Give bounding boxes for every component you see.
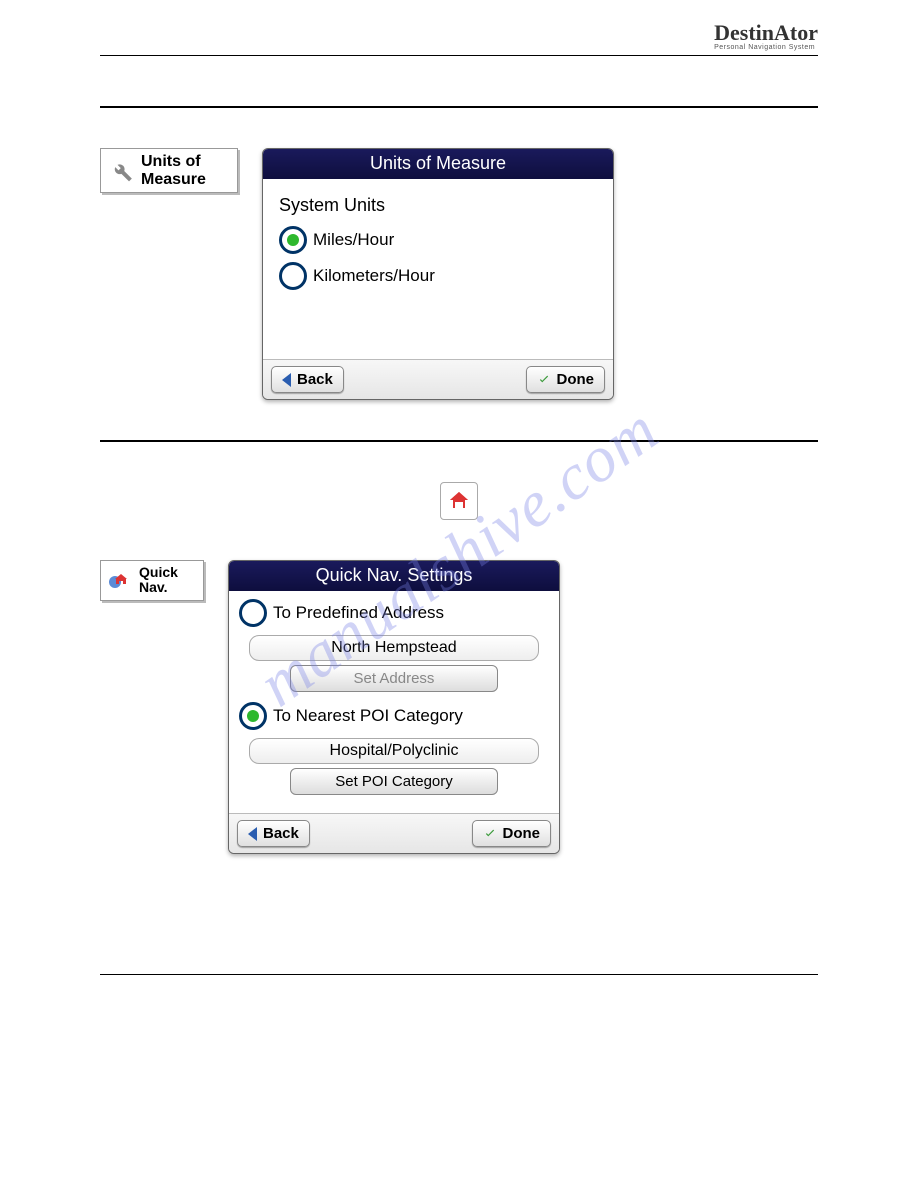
units-of-measure-tile[interactable]: Units of Measure (100, 148, 238, 193)
tile-label-l1: Quick (139, 564, 178, 580)
radio-button (239, 599, 267, 627)
done-label: Done (557, 371, 595, 388)
brand-tagline: Personal Navigation System (714, 44, 818, 51)
check-icon (483, 827, 497, 841)
done-button[interactable]: Done (472, 820, 552, 847)
arrow-left-icon (282, 373, 291, 387)
screen-title: Units of Measure (263, 149, 613, 179)
page-header: DestinAtor Personal Navigation System (100, 20, 818, 56)
radio-label: To Nearest POI Category (273, 706, 463, 726)
globe-home-icon (105, 566, 133, 594)
back-button[interactable]: Back (271, 366, 344, 393)
radio-km[interactable]: Kilometers/Hour (279, 262, 597, 290)
tile-label-l2: Measure (141, 171, 206, 188)
section-divider (100, 440, 818, 442)
back-button[interactable]: Back (237, 820, 310, 847)
radio-nearest-poi[interactable]: To Nearest POI Category (239, 702, 549, 730)
check-icon (537, 373, 551, 387)
radio-button (279, 262, 307, 290)
home-icon[interactable] (440, 482, 478, 520)
back-label: Back (297, 371, 333, 388)
brand-logo: DestinAtor (714, 20, 818, 46)
set-poi-button[interactable]: Set POI Category (290, 768, 498, 795)
radio-button-selected (239, 702, 267, 730)
radio-label: Miles/Hour (313, 230, 394, 250)
radio-label: To Predefined Address (273, 603, 444, 623)
quick-nav-tile[interactable]: Quick Nav. (100, 560, 204, 601)
done-label: Done (503, 825, 541, 842)
wrench-icon (107, 157, 135, 185)
poi-field[interactable]: Hospital/Polyclinic (249, 738, 539, 764)
address-field[interactable]: North Hempstead (249, 635, 539, 661)
screen-title: Quick Nav. Settings (229, 561, 559, 591)
arrow-left-icon (248, 827, 257, 841)
radio-predefined-address[interactable]: To Predefined Address (239, 599, 549, 627)
radio-button-selected (279, 226, 307, 254)
done-button[interactable]: Done (526, 366, 606, 393)
tile-label-l2: Nav. (139, 579, 168, 595)
tile-label-l1: Units of (141, 153, 201, 170)
back-label: Back (263, 825, 299, 842)
units-screen: Units of Measure System Units Miles/Hour… (262, 148, 614, 400)
system-units-heading: System Units (279, 195, 597, 216)
radio-label: Kilometers/Hour (313, 266, 435, 286)
radio-miles[interactable]: Miles/Hour (279, 226, 597, 254)
footer-rule (100, 974, 818, 975)
set-address-button[interactable]: Set Address (290, 665, 498, 692)
section-divider (100, 106, 818, 108)
quicknav-screen: Quick Nav. Settings To Predefined Addres… (228, 560, 560, 854)
